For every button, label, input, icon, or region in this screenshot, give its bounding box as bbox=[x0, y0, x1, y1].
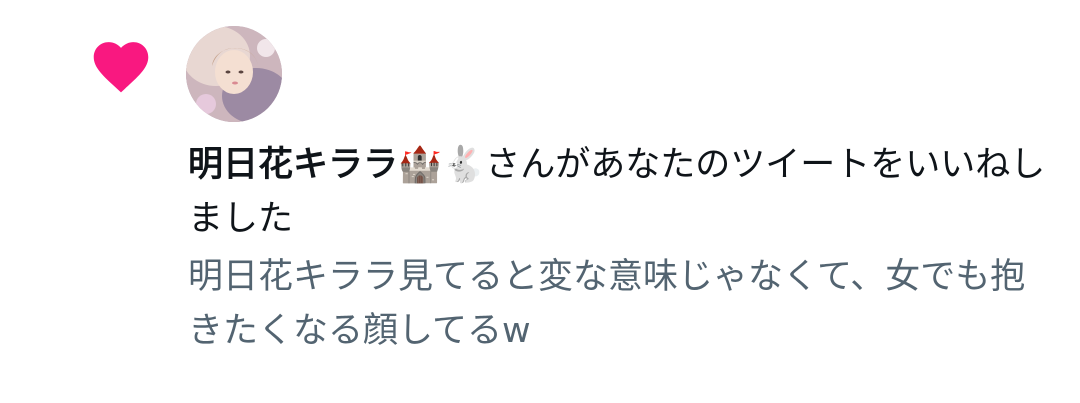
liked-tweet-text[interactable]: 明日花キララ見てると変な意味じゃなくて、女でも抱きたくなる顔してるw bbox=[188, 250, 1048, 358]
user-emoji: 🏰🐇 bbox=[398, 145, 486, 185]
user-name[interactable]: 明日花キララ bbox=[188, 145, 398, 185]
like-notification[interactable]: 明日花キララ🏰🐇さんがあなたのツイートをいいねしました 明日花キララ見てると変な… bbox=[0, 0, 1080, 403]
heart-icon bbox=[93, 42, 149, 93]
notification-content: 明日花キララ🏰🐇さんがあなたのツイートをいいねしました 明日花キララ見てると変な… bbox=[188, 138, 1048, 358]
avatar[interactable] bbox=[186, 26, 282, 122]
notification-headline: 明日花キララ🏰🐇さんがあなたのツイートをいいねしました bbox=[188, 138, 1048, 246]
